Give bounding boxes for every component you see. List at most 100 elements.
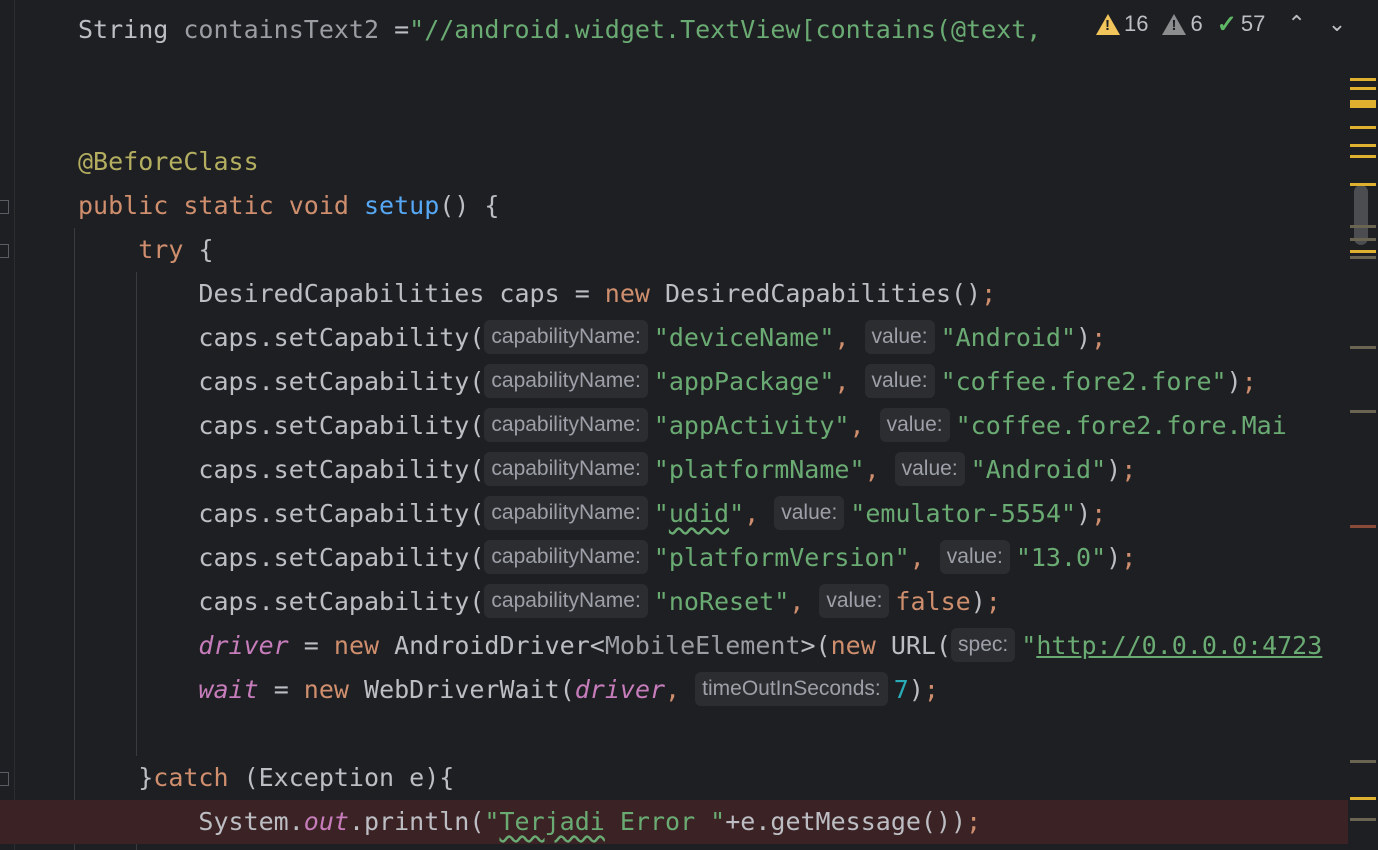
parameter-hint: value: <box>939 540 1010 574</box>
code-line[interactable]: caps.setCapability(capabilityName: "udid"… <box>0 492 1378 536</box>
code-token: String <box>78 15 184 44</box>
code-line[interactable]: }catch (Exception e){ <box>0 756 1378 800</box>
code-token: = <box>258 675 304 704</box>
code-token: DesiredCapabilities() <box>665 279 982 308</box>
code-token: ; <box>966 807 982 836</box>
code-token: ; <box>923 675 939 704</box>
code-token: "coffee.fore2.fore" <box>940 367 1227 396</box>
code-token: ; <box>1091 499 1107 528</box>
code-token: ; <box>1241 367 1257 396</box>
code-token: , <box>665 675 696 704</box>
code-token: containsText2 <box>183 15 395 44</box>
next-highlight-button[interactable]: ⌄ <box>1328 11 1346 37</box>
parameter-hint: capabilityName: <box>484 452 648 486</box>
code-editor[interactable]: String containsText2 ="//android.widget.… <box>0 0 1378 850</box>
code-token: caps.setCapability( <box>78 455 485 484</box>
code-token: caps.setCapability( <box>78 411 485 440</box>
code-token: false <box>895 587 971 616</box>
code-line[interactable]: driver = new AndroidDriver<MobileElement… <box>0 624 1378 668</box>
error-stripe-scrollbar[interactable] <box>1348 0 1378 850</box>
code-token: , <box>849 411 880 440</box>
code-token: " <box>484 807 500 836</box>
code-token: (Exception e){ <box>243 763 455 792</box>
code-token: URL( <box>890 631 952 660</box>
code-line[interactable]: try { <box>0 228 1378 272</box>
code-token: setup <box>363 191 440 220</box>
code-token: new <box>830 631 891 660</box>
weak-warnings-indicator[interactable]: 6 <box>1162 11 1203 37</box>
typos-count: 57 <box>1240 11 1266 36</box>
warnings-count: 16 <box>1124 11 1149 36</box>
code-token: "13.0" <box>1015 543 1107 572</box>
code-line[interactable]: DesiredCapabilities caps = new DesiredCa… <box>0 272 1378 316</box>
code-token: " <box>729 499 745 528</box>
code-token: 7 <box>893 675 909 704</box>
parameter-hint: timeOutInSeconds: <box>695 672 888 706</box>
code-token: driver <box>198 631 289 660</box>
code-token: Error " <box>604 807 726 836</box>
code-token: AndroidDriver< <box>394 631 605 660</box>
code-token: , <box>789 587 820 616</box>
code-line[interactable]: @BeforeClass <box>0 140 1378 184</box>
code-line[interactable]: caps.setCapability(capabilityName: "noRes… <box>0 580 1378 624</box>
code-token: ; <box>985 587 1001 616</box>
parameter-hint: spec: <box>951 628 1016 662</box>
url-link[interactable]: http://0.0.0.0:4723 <box>1036 631 1322 660</box>
parameter-hint: capabilityName: <box>484 584 648 618</box>
code-token: ) <box>1226 367 1242 396</box>
warning-icon <box>1096 13 1120 35</box>
code-line[interactable]: caps.setCapability(capabilityName: "platf… <box>0 536 1378 580</box>
code-token: wait <box>198 675 259 704</box>
code-token: " <box>1021 631 1037 660</box>
code-token: out <box>303 807 349 836</box>
code-line[interactable]: caps.setCapability(capabilityName: "devic… <box>0 316 1378 360</box>
weak-warnings-count: 6 <box>1190 11 1203 36</box>
inspection-widget: 16 6 ✓ 57 ⌃ ⌄ <box>1090 6 1361 42</box>
code-token: >( <box>800 631 831 660</box>
scrollbar-thumb[interactable] <box>1354 185 1368 245</box>
previous-highlight-button[interactable]: ⌃ <box>1287 11 1305 37</box>
parameter-hint: value: <box>879 408 950 442</box>
code-token: = <box>288 631 334 660</box>
code-token: } <box>78 763 154 792</box>
warnings-indicator[interactable]: 16 <box>1096 11 1148 37</box>
code-line[interactable]: caps.setCapability(capabilityName: "platf… <box>0 448 1378 492</box>
code-token: caps.setCapability( <box>78 323 485 352</box>
code-token: "appActivity" <box>653 411 850 440</box>
code-token: ) <box>1106 455 1122 484</box>
code-token: ; <box>1091 323 1107 352</box>
code-token: "coffee.fore2.fore.Mai <box>955 411 1287 440</box>
typo-token: Terjadi <box>499 807 605 836</box>
code-token: ) <box>970 587 986 616</box>
code-token: ; <box>1121 455 1137 484</box>
parameter-hint: value: <box>894 452 965 486</box>
parameter-hint: capabilityName: <box>484 496 648 530</box>
parameter-hint: capabilityName: <box>484 408 648 442</box>
code-token: ) <box>1076 499 1092 528</box>
code-line-error[interactable]: System.out.println("Terjadi Error "+e.ge… <box>0 800 1378 844</box>
code-token: = <box>394 15 410 44</box>
parameter-hint: value: <box>864 320 935 354</box>
code-token: driver <box>574 675 666 704</box>
code-token: , <box>864 455 895 484</box>
code-line[interactable] <box>0 96 1378 140</box>
code-line[interactable] <box>0 52 1378 96</box>
parameter-hint: capabilityName: <box>484 540 648 574</box>
code-line[interactable] <box>0 712 1378 756</box>
code-token: caps.setCapability( <box>78 543 485 572</box>
code-line[interactable]: public static void setup() { <box>0 184 1378 228</box>
code-token: public static void <box>78 191 364 220</box>
parameter-hint: capabilityName: <box>484 320 648 354</box>
code-token: caps.setCapability( <box>78 499 485 528</box>
code-token: @BeforeClass <box>78 147 259 176</box>
code-line[interactable]: caps.setCapability(capabilityName: "appAc… <box>0 404 1378 448</box>
code-token: { <box>198 235 214 264</box>
code-token: "Android" <box>940 323 1077 352</box>
code-token: "appPackage" <box>653 367 835 396</box>
code-line[interactable]: caps.setCapability(capabilityName: "appPa… <box>0 360 1378 404</box>
code-line[interactable]: wait = new WebDriverWait(driver, timeOut… <box>0 668 1378 712</box>
typos-indicator[interactable]: ✓ 57 <box>1217 10 1266 39</box>
code-token: , <box>744 499 775 528</box>
